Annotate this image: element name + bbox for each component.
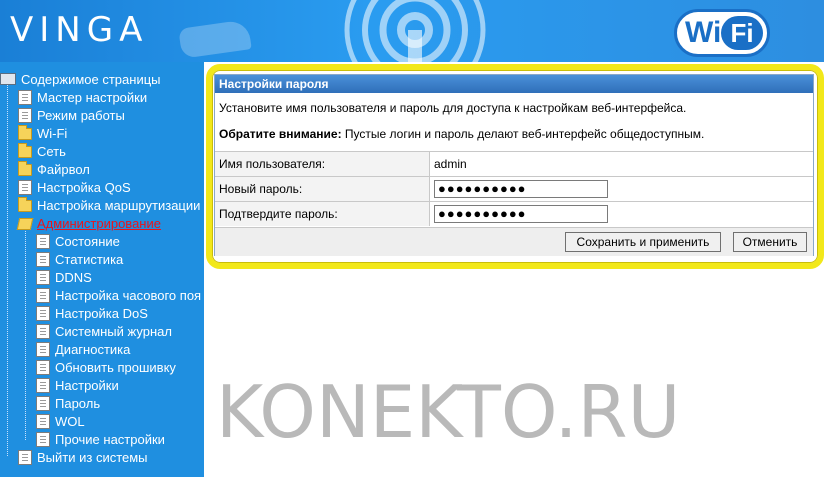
username-label: Имя пользователя:: [215, 151, 430, 177]
sidebar-subitem-password[interactable]: Пароль: [36, 395, 100, 413]
document-icon: [36, 360, 50, 375]
sidebar-subitem-statistics[interactable]: Статистика: [36, 251, 123, 269]
sidebar-item-wizard[interactable]: Мастер настройки: [18, 89, 147, 107]
sidebar-subitem-firmware[interactable]: Обновить прошивку: [36, 359, 176, 377]
watermark: KONEKTO.RU: [216, 370, 681, 454]
document-icon: [18, 90, 32, 105]
sidebar-root[interactable]: Содержимое страницы: [0, 71, 161, 89]
password-settings-panel: Настройки пароля Установите имя пользова…: [214, 74, 814, 256]
wifi-waves-graphic: [344, 0, 486, 62]
wifi-logo-badge: Wi Fi: [674, 9, 770, 57]
sidebar-item-administration[interactable]: Администрирование: [16, 215, 161, 233]
new-password-field[interactable]: ●●●●●●●●●●: [434, 180, 608, 198]
new-password-label: Новый пароль:: [215, 176, 430, 202]
document-icon: [36, 396, 50, 411]
document-icon: [36, 252, 50, 267]
sidebar-item-mode[interactable]: Режим работы: [18, 107, 125, 125]
button-row: Сохранить и применить Отменить: [215, 227, 813, 256]
panel-intro-text: Установите имя пользователя и пароль для…: [219, 101, 687, 115]
vinga-logo: VINGA: [10, 10, 149, 50]
sidebar-subitem-settings[interactable]: Настройки: [36, 377, 119, 395]
panel-title: Настройки пароля: [215, 75, 813, 93]
document-icon: [18, 180, 32, 195]
confirm-password-field[interactable]: ●●●●●●●●●●: [434, 205, 608, 223]
folder-icon: [18, 161, 32, 176]
sidebar-item-wifi[interactable]: Wi-Fi: [18, 125, 67, 143]
document-icon: [36, 342, 50, 357]
document-icon: [36, 234, 50, 249]
sidebar-item-network[interactable]: Сеть: [18, 143, 66, 161]
sidebar-subitem-ddns[interactable]: DDNS: [36, 269, 92, 287]
document-icon: [18, 450, 32, 465]
header-banner: VINGA Wi Fi: [0, 0, 824, 62]
document-icon: [36, 414, 50, 429]
sidebar-subitem-other[interactable]: Прочие настройки: [36, 431, 165, 449]
document-icon: [36, 324, 50, 339]
sidebar-item-logout[interactable]: Выйти из системы: [18, 449, 148, 467]
sidebar-subitem-status[interactable]: Состояние: [36, 233, 120, 251]
folder-icon: [18, 125, 32, 140]
password-form-table: Имя пользователя: admin Новый пароль: ●●…: [215, 151, 813, 226]
document-icon: [36, 306, 50, 321]
sidebar-item-qos[interactable]: Настройка QoS: [18, 179, 131, 197]
save-apply-button[interactable]: Сохранить и применить: [565, 232, 721, 252]
sidebar-subitem-dos[interactable]: Настройка DoS: [36, 305, 148, 323]
folder-open-icon: [16, 218, 34, 230]
form-row-username: Имя пользователя: admin: [215, 151, 813, 177]
document-icon: [36, 288, 50, 303]
sidebar-subitem-diagnostics[interactable]: Диагностика: [36, 341, 130, 359]
cancel-button[interactable]: Отменить: [733, 232, 807, 252]
sidebar-item-routing[interactable]: Настройка маршрутизации: [18, 197, 200, 215]
form-row-confirm-password: Подтвердите пароль: ●●●●●●●●●●: [215, 201, 813, 226]
sidebar-subitem-timezone[interactable]: Настройка часового поя: [36, 287, 201, 305]
folder-icon: [18, 143, 32, 158]
hand-graphic: [178, 19, 252, 59]
computer-icon: [0, 73, 16, 85]
username-value: admin: [429, 151, 813, 177]
form-row-new-password: Новый пароль: ●●●●●●●●●●: [215, 176, 813, 202]
document-icon: [36, 432, 50, 447]
document-icon: [36, 378, 50, 393]
document-icon: [18, 108, 32, 123]
sidebar-item-firewall[interactable]: Файрвол: [18, 161, 90, 179]
sidebar-subitem-syslog[interactable]: Системный журнал: [36, 323, 172, 341]
document-icon: [36, 270, 50, 285]
panel-note: Обратите внимание: Пустые логин и пароль…: [219, 127, 705, 141]
sidebar-subitem-wol[interactable]: WOL: [36, 413, 85, 431]
sidebar-nav: Содержимое страницы Мастер настройки Реж…: [0, 62, 204, 477]
folder-icon: [18, 197, 32, 212]
confirm-password-label: Подтвердите пароль:: [215, 201, 430, 226]
